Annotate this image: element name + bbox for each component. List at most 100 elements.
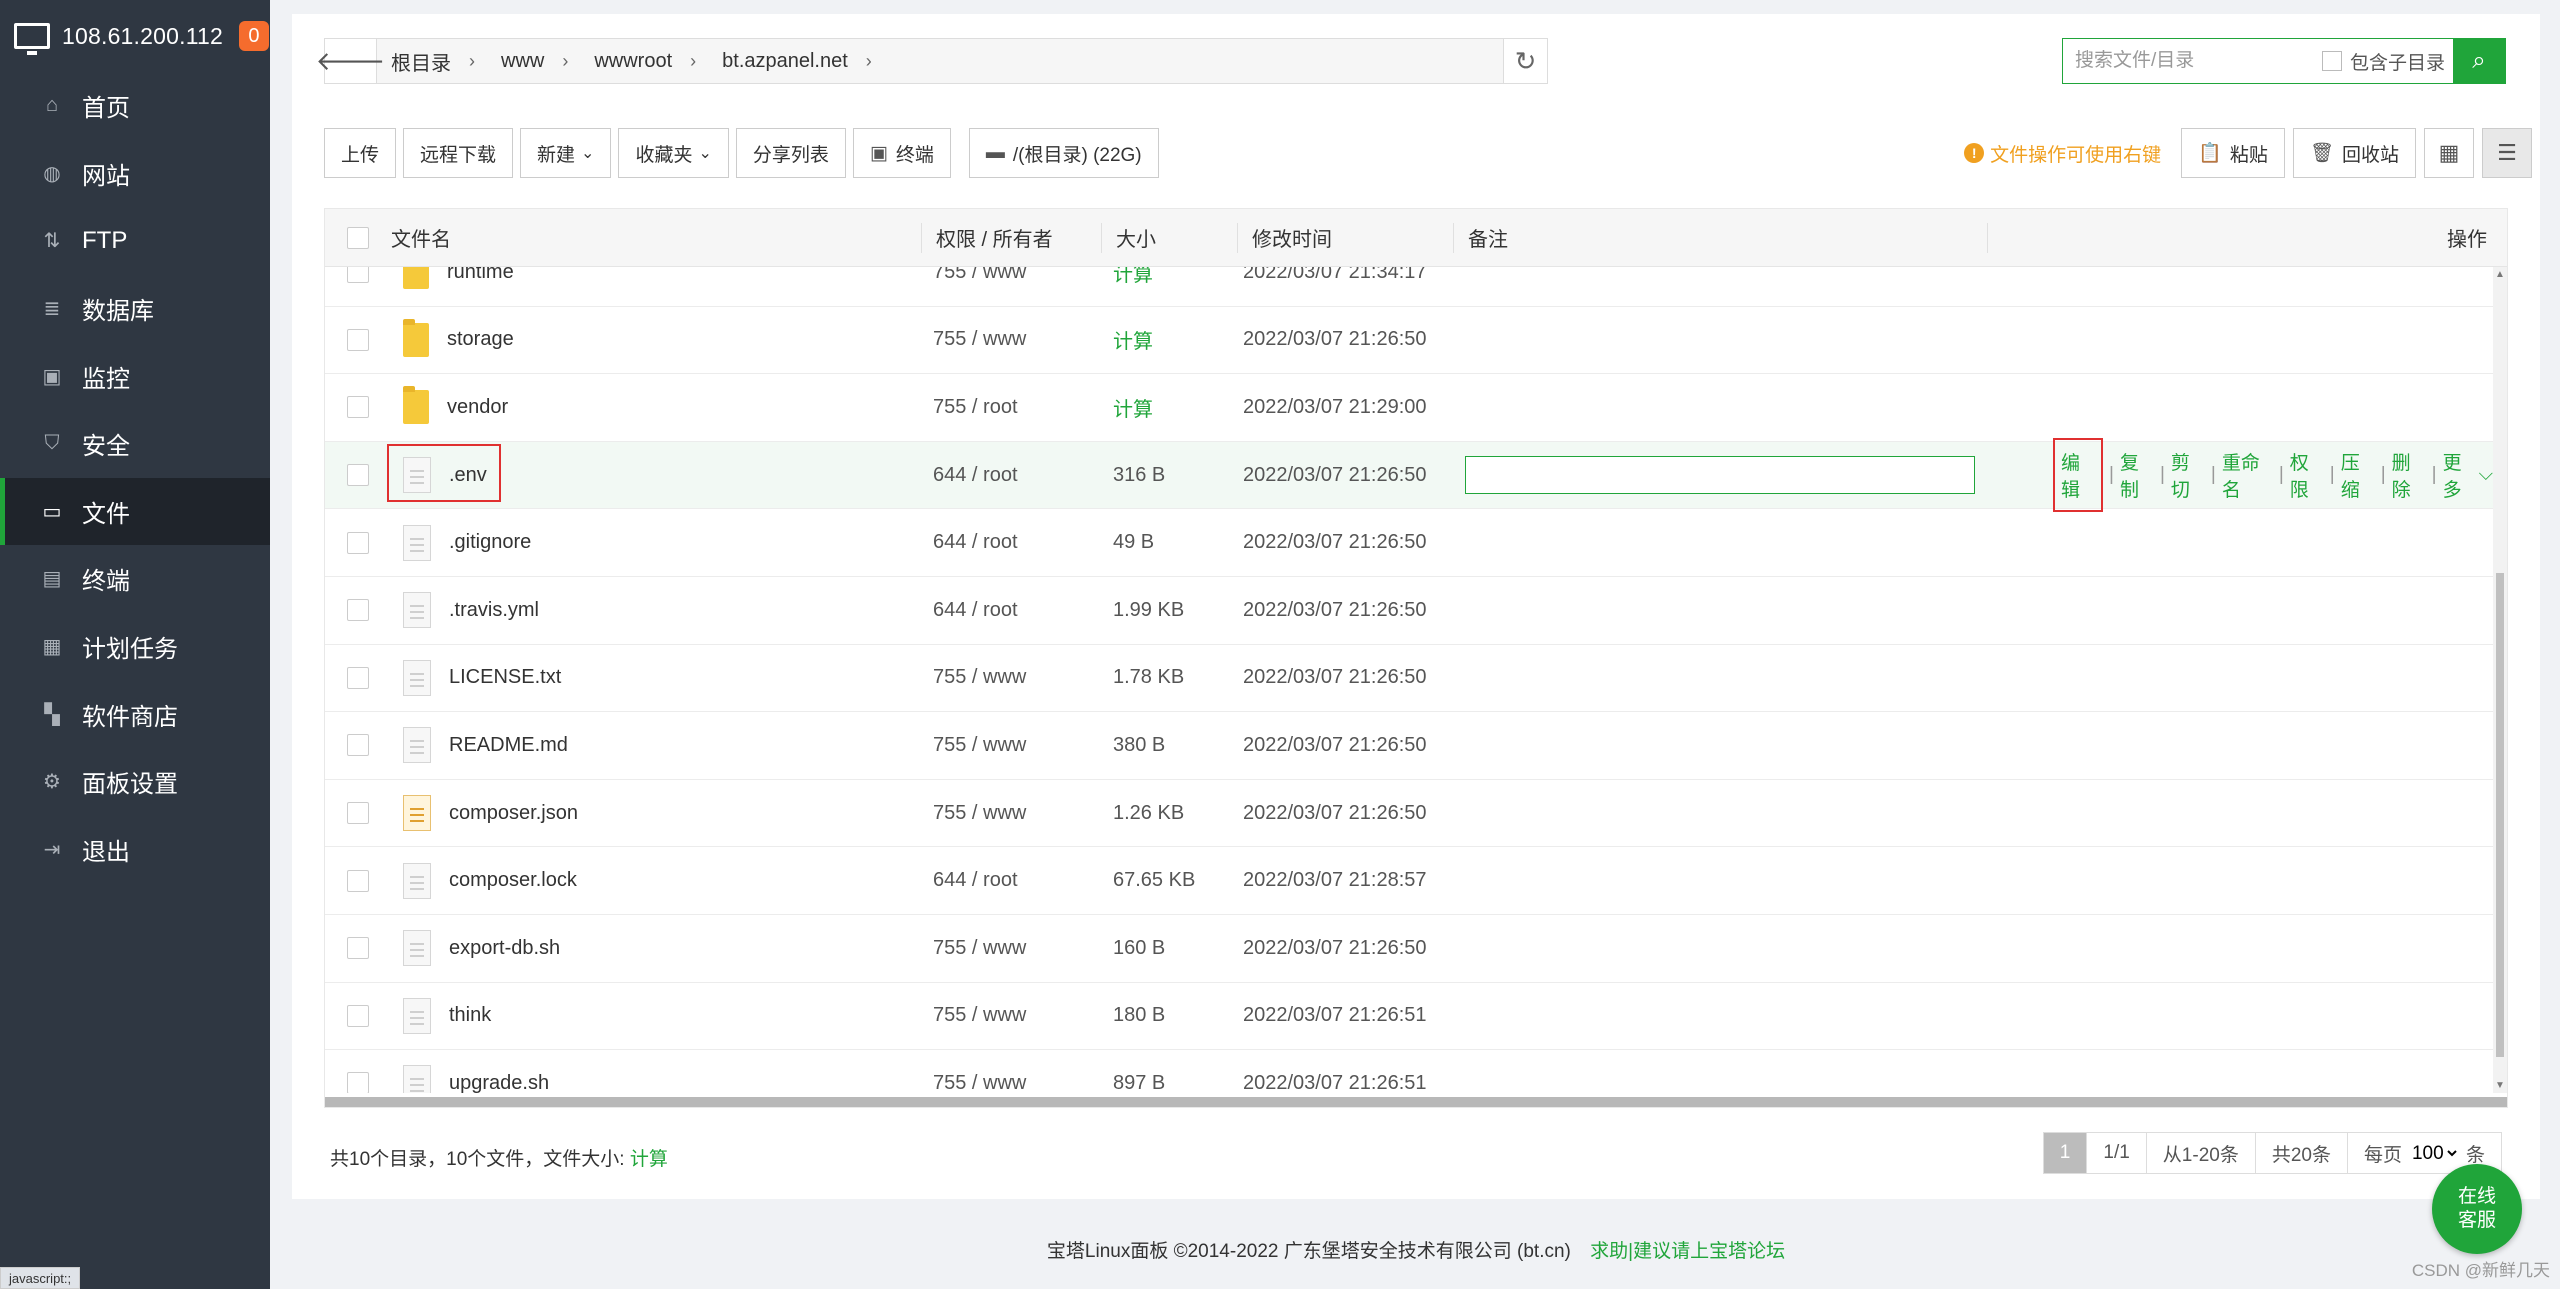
file-perm[interactable]: 755 / www: [921, 328, 1101, 351]
file-perm[interactable]: 644 / root: [921, 531, 1101, 554]
file-size[interactable]: 计算: [1101, 325, 1237, 354]
file-perm[interactable]: 755 / root: [921, 396, 1101, 419]
breadcrumb-root[interactable]: 根目录 ›: [377, 47, 487, 76]
header-size[interactable]: 大小: [1101, 222, 1237, 253]
sidebar-item-logout[interactable]: ⇥ 退出: [0, 816, 270, 884]
select-all-checkbox[interactable]: [347, 226, 369, 249]
file-name[interactable]: composer.json: [449, 802, 578, 825]
file-name[interactable]: README.md: [449, 734, 568, 757]
sidebar-item-home[interactable]: ⌂ 首页: [0, 72, 270, 140]
file-name[interactable]: upgrade.sh: [449, 1072, 549, 1093]
horizontal-scrollbar[interactable]: [325, 1097, 2507, 1107]
new-button[interactable]: 新建 ⌄: [520, 128, 612, 178]
upload-button[interactable]: 上传: [324, 128, 397, 178]
table-row[interactable]: runtime 755 / www 计算 2022/03/07 21:34:17: [325, 267, 2493, 307]
table-row[interactable]: vendor 755 / root 计算 2022/03/07 21:29:00: [325, 374, 2493, 442]
note-input[interactable]: [1465, 455, 1975, 494]
breadcrumb-wwwroot[interactable]: wwwroot ›: [580, 50, 708, 73]
row-checkbox[interactable]: [347, 802, 369, 825]
scroll-up-icon[interactable]: ▲: [2495, 269, 2505, 280]
per-page-select[interactable]: 100: [2407, 1141, 2460, 1165]
table-row[interactable]: composer.json 755 / www 1.26 KB 2022/03/07 …: [325, 780, 2493, 848]
row-checkbox[interactable]: [347, 666, 369, 689]
row-checkbox[interactable]: [347, 734, 369, 757]
file-name[interactable]: .travis.yml: [449, 599, 539, 622]
row-checkbox[interactable]: [347, 1004, 369, 1027]
search-input[interactable]: [2063, 39, 2322, 83]
breadcrumb-www[interactable]: www ›: [487, 50, 580, 73]
favorites-button[interactable]: 收藏夹 ⌄: [618, 128, 729, 178]
remote-download-button[interactable]: 远程下载: [403, 128, 514, 178]
file-name[interactable]: runtime: [447, 267, 514, 284]
table-row[interactable]: upgrade.sh 755 / www 897 B 2022/03/07 21:26…: [325, 1050, 2493, 1093]
sidebar-item-security[interactable]: ⛉ 安全: [0, 410, 270, 478]
row-checkbox[interactable]: [347, 937, 369, 960]
paste-button[interactable]: 📋 粘贴: [2181, 128, 2285, 178]
file-perm[interactable]: 644 / root: [921, 869, 1101, 892]
table-row[interactable]: storage 755 / www 计算 2022/03/07 21:26:50: [325, 307, 2493, 375]
row-checkbox[interactable]: [347, 599, 369, 622]
file-perm[interactable]: 755 / www: [921, 734, 1101, 757]
sidebar-item-files[interactable]: ▭ 文件: [0, 477, 270, 546]
table-row[interactable]: LICENSE.txt 755 / www 1.78 KB 2022/03/07 21…: [325, 645, 2493, 713]
file-perm[interactable]: 755 / www: [921, 1072, 1101, 1093]
copy-link[interactable]: 复制: [2120, 448, 2154, 502]
table-row[interactable]: composer.lock 644 / root 67.65 KB 2022/03/0…: [325, 847, 2493, 915]
header-perm[interactable]: 权限 / 所有者: [921, 222, 1101, 253]
delete-link[interactable]: 删除: [2392, 448, 2426, 502]
file-perm[interactable]: 755 / www: [921, 666, 1101, 689]
include-subdir-toggle[interactable]: 包含子目录: [2321, 48, 2445, 75]
table-row[interactable]: README.md 755 / www 380 B 2022/03/07 21:26:…: [325, 712, 2493, 780]
sidebar-item-website[interactable]: ◍ 网站: [0, 140, 270, 208]
file-name[interactable]: think: [449, 1004, 491, 1027]
file-name[interactable]: vendor: [447, 396, 508, 419]
sidebar-item-terminal[interactable]: ▤ 终端: [0, 545, 270, 613]
forum-link[interactable]: 求助|建议请上宝塔论坛: [1590, 1241, 1785, 1262]
rename-link[interactable]: 重命名: [2222, 448, 2273, 502]
file-size[interactable]: 计算: [1101, 267, 1237, 287]
row-checkbox[interactable]: [347, 1072, 369, 1093]
calc-size-link[interactable]: 计算: [630, 1149, 668, 1170]
row-checkbox[interactable]: [347, 869, 369, 892]
file-perm[interactable]: 755 / www: [921, 1004, 1101, 1027]
file-perm[interactable]: 644 / root: [921, 599, 1101, 622]
file-name[interactable]: .gitignore: [449, 531, 531, 554]
table-row[interactable]: .env 644 / root 316 B 2022/03/07 21:26:50 编辑…: [325, 438, 2493, 513]
sidebar-item-monitor[interactable]: ▣ 监控: [0, 342, 270, 410]
file-size[interactable]: 计算: [1101, 393, 1237, 422]
notification-badge[interactable]: 0: [238, 21, 269, 51]
cut-link[interactable]: 剪切: [2171, 448, 2205, 502]
row-checkbox[interactable]: [347, 396, 369, 419]
file-name[interactable]: LICENSE.txt: [449, 666, 561, 689]
grid-view-button[interactable]: ▦: [2424, 128, 2474, 178]
scrollbar-thumb[interactable]: [2496, 573, 2504, 1057]
terminal-button[interactable]: ▣ 终端: [852, 128, 951, 178]
row-checkbox[interactable]: [347, 267, 369, 284]
more-link[interactable]: 更多: [2443, 448, 2477, 502]
refresh-button[interactable]: ↻: [1503, 39, 1547, 83]
header-time[interactable]: 修改时间: [1237, 222, 1453, 253]
edit-link[interactable]: 编辑: [2053, 438, 2103, 513]
table-row[interactable]: think 755 / www 180 B 2022/03/07 21:26:51: [325, 983, 2493, 1051]
permission-link[interactable]: 权限: [2290, 448, 2324, 502]
file-perm[interactable]: 755 / www: [921, 802, 1101, 825]
table-row[interactable]: .travis.yml 644 / root 1.99 KB 2022/03/07 2…: [325, 577, 2493, 645]
disk-button[interactable]: ▬/(根目录) (22G): [968, 128, 1159, 178]
sidebar-item-store[interactable]: ▚ 软件商店: [0, 680, 270, 748]
table-row[interactable]: .gitignore 644 / root 49 B 2022/03/07 21:26…: [325, 509, 2493, 577]
page-current[interactable]: 1: [2042, 1132, 2087, 1174]
sidebar-item-cron[interactable]: ▦ 计划任务: [0, 613, 270, 681]
back-button[interactable]: 🡐: [316, 39, 385, 83]
header-name[interactable]: 文件名: [391, 223, 921, 252]
file-name[interactable]: export-db.sh: [449, 937, 560, 960]
sidebar-item-database[interactable]: ≣ 数据库: [0, 275, 270, 343]
file-name[interactable]: composer.lock: [449, 869, 577, 892]
vertical-scrollbar[interactable]: ▲ ▼: [2493, 267, 2507, 1093]
table-row[interactable]: export-db.sh 755 / www 160 B 2022/03/07 21:…: [325, 915, 2493, 983]
include-subdir-checkbox[interactable]: [2321, 51, 2342, 71]
sidebar-item-ftp[interactable]: ⇅ FTP: [0, 207, 270, 275]
scroll-down-icon[interactable]: ▼: [2495, 1080, 2505, 1091]
search-button[interactable]: ⌕: [2453, 39, 2505, 83]
row-checkbox[interactable]: [347, 328, 369, 351]
recycle-bin-button[interactable]: 🗑 回收站: [2292, 128, 2416, 178]
